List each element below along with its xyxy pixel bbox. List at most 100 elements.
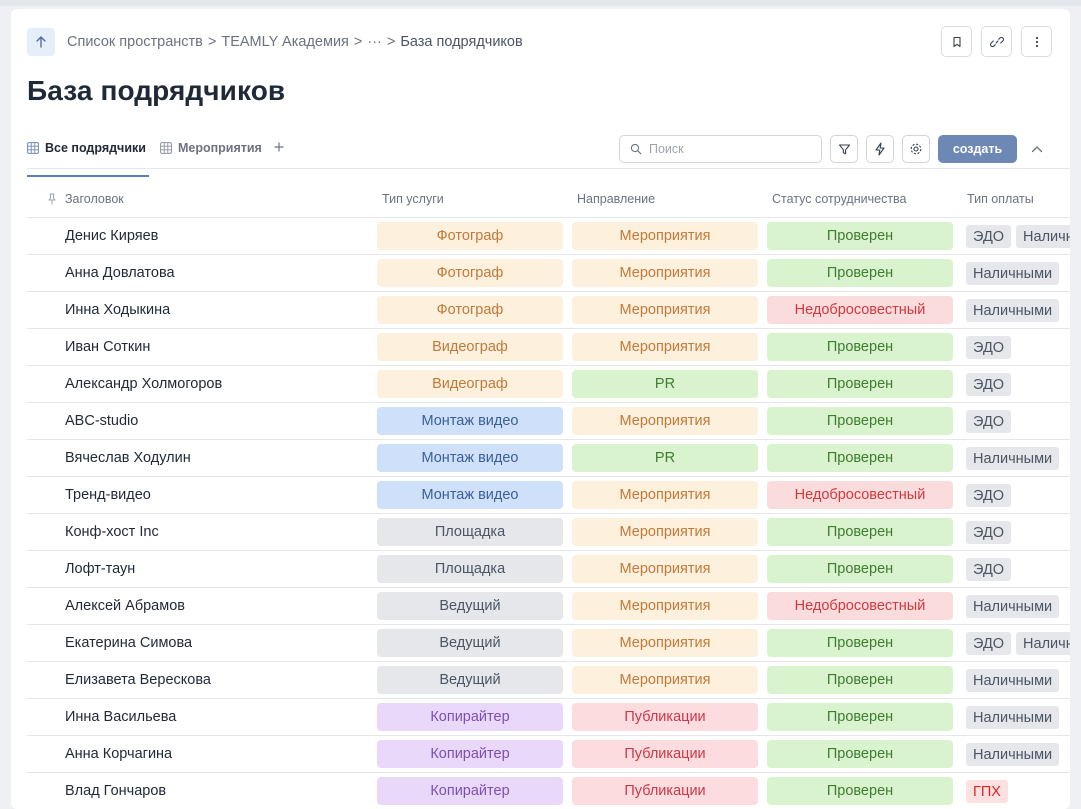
status-tag[interactable]: Проверен [767, 259, 953, 287]
table-row[interactable]: Анна Довлатова Фотограф Мероприятия Провере… [27, 255, 1070, 292]
search-input[interactable] [649, 142, 809, 156]
service-type-tag[interactable]: Площадка [377, 518, 563, 546]
payment-type-cell[interactable]: ЭДО [966, 484, 1012, 507]
payment-type-cell[interactable]: Наличными [966, 706, 1060, 729]
contractor-name[interactable]: Елизавета Верескова [65, 672, 211, 688]
payment-type-cell[interactable]: Наличными [966, 743, 1060, 766]
service-type-tag[interactable]: Монтаж видео [377, 481, 563, 509]
payment-type-cell[interactable]: ЭДОНаличными [966, 225, 1070, 248]
table-row[interactable]: Иван Соткин Видеограф Мероприятия Проверен Э… [27, 329, 1070, 366]
direction-tag[interactable]: Публикации [572, 740, 758, 768]
payment-type-cell[interactable]: ЭДО [966, 558, 1012, 581]
contractor-name[interactable]: Анна Довлатова [65, 265, 175, 281]
status-tag[interactable]: Недобросовестный [767, 592, 953, 620]
contractor-name[interactable]: Екатерина Симова [65, 635, 192, 651]
status-tag[interactable]: Проверен [767, 222, 953, 250]
service-type-tag[interactable]: Видеограф [377, 333, 563, 361]
table-row[interactable]: Конф-хост Inc Площадка Мероприятия Проверен… [27, 514, 1070, 551]
status-tag[interactable]: Проверен [767, 407, 953, 435]
breadcrumb-item-spaces[interactable]: Список пространств [67, 34, 203, 50]
direction-tag[interactable]: PR [572, 370, 758, 398]
automation-button[interactable] [866, 135, 894, 163]
tab-events[interactable]: Мероприятия [160, 133, 262, 163]
status-tag[interactable]: Недобросовестный [767, 296, 953, 324]
payment-type-cell[interactable]: ЭДО [966, 373, 1012, 396]
contractor-name[interactable]: Анна Корчагина [65, 746, 172, 762]
column-header-title[interactable]: Заголовок [65, 192, 124, 206]
direction-tag[interactable]: Мероприятия [572, 555, 758, 583]
table-row[interactable]: Елизавета Верескова Ведущий Мероприятия Про… [27, 662, 1070, 699]
service-type-tag[interactable]: Копирайтер [377, 740, 563, 768]
column-header-payment[interactable]: Тип оплаты [967, 192, 1034, 206]
breadcrumb-item-academy[interactable]: TEAMLY Академия [221, 34, 349, 50]
status-tag[interactable]: Проверен [767, 740, 953, 768]
table-row[interactable]: Денис Киряев Фотограф Мероприятия Проверен Э… [27, 218, 1070, 255]
payment-type-cell[interactable]: ЭДО [966, 336, 1012, 359]
table-row[interactable]: Инна Васильева Копирайтер Публикации Провер… [27, 699, 1070, 736]
more-button[interactable] [1021, 26, 1052, 57]
tab-all-contractors[interactable]: Все подрядчики [27, 133, 149, 177]
column-header-direction[interactable]: Направление [577, 192, 655, 206]
column-header-service[interactable]: Тип услуги [382, 192, 444, 206]
direction-tag[interactable]: Мероприятия [572, 222, 758, 250]
service-type-tag[interactable]: Площадка [377, 555, 563, 583]
contractor-name[interactable]: Инна Ходыкина [65, 302, 170, 318]
table-row[interactable]: ABC-studio Монтаж видео Мероприятия Провере… [27, 403, 1070, 440]
contractor-name[interactable]: Вячеслав Ходулин [65, 450, 191, 466]
contractor-name[interactable]: Лофт-таун [65, 561, 135, 577]
add-tab-button[interactable] [274, 139, 284, 157]
table-row[interactable]: Инна Ходыкина Фотограф Мероприятия Недоброс… [27, 292, 1070, 329]
payment-type-cell[interactable]: ЭДО [966, 410, 1012, 433]
back-button[interactable] [27, 28, 55, 56]
search-box[interactable] [619, 135, 822, 163]
direction-tag[interactable]: Мероприятия [572, 592, 758, 620]
bookmark-button[interactable] [941, 26, 972, 57]
payment-type-cell[interactable]: Наличными [966, 299, 1060, 322]
contractor-name[interactable]: Конф-хост Inc [65, 524, 159, 540]
table-row[interactable]: Тренд-видео Монтаж видео Мероприятия Недобр… [27, 477, 1070, 514]
direction-tag[interactable]: Мероприятия [572, 481, 758, 509]
contractor-name[interactable]: Алексей Абрамов [65, 598, 185, 614]
service-type-tag[interactable]: Монтаж видео [377, 444, 563, 472]
status-tag[interactable]: Проверен [767, 370, 953, 398]
table-settings-button[interactable] [902, 135, 930, 163]
service-type-tag[interactable]: Копирайтер [377, 777, 563, 805]
status-tag[interactable]: Проверен [767, 518, 953, 546]
collapse-toolbar-button[interactable] [1025, 137, 1049, 161]
direction-tag[interactable]: Мероприятия [572, 296, 758, 324]
direction-tag[interactable]: Мероприятия [572, 259, 758, 287]
table-row[interactable]: Александр Холмогоров Видеограф PR Проверен Э… [27, 366, 1070, 403]
direction-tag[interactable]: Мероприятия [572, 407, 758, 435]
table-row[interactable]: Лофт-таун Площадка Мероприятия Проверен ЭДО [27, 551, 1070, 588]
payment-type-cell[interactable]: ЭДОНаличными [966, 632, 1070, 655]
contractor-name[interactable]: Иван Соткин [65, 339, 150, 355]
contractor-name[interactable]: Инна Васильева [65, 709, 176, 725]
breadcrumb-item-ellipsis[interactable]: ··· [367, 34, 382, 50]
copy-link-button[interactable] [981, 26, 1012, 57]
status-tag[interactable]: Проверен [767, 555, 953, 583]
contractor-name[interactable]: Влад Гончаров [65, 783, 166, 799]
service-type-tag[interactable]: Видеограф [377, 370, 563, 398]
service-type-tag[interactable]: Ведущий [377, 629, 563, 657]
contractor-name[interactable]: Тренд-видео [65, 487, 151, 503]
status-tag[interactable]: Проверен [767, 629, 953, 657]
status-tag[interactable]: Проверен [767, 444, 953, 472]
direction-tag[interactable]: Публикации [572, 777, 758, 805]
direction-tag[interactable]: Мероприятия [572, 666, 758, 694]
status-tag[interactable]: Недобросовестный [767, 481, 953, 509]
service-type-tag[interactable]: Фотограф [377, 259, 563, 287]
payment-type-cell[interactable]: ЭДО [966, 521, 1012, 544]
payment-type-cell[interactable]: Наличными [966, 595, 1060, 618]
payment-type-cell[interactable]: Наличными [966, 669, 1060, 692]
service-type-tag[interactable]: Монтаж видео [377, 407, 563, 435]
status-tag[interactable]: Проверен [767, 666, 953, 694]
service-type-tag[interactable]: Ведущий [377, 592, 563, 620]
status-tag[interactable]: Проверен [767, 703, 953, 731]
contractor-name[interactable]: Денис Киряев [65, 228, 158, 244]
payment-type-cell[interactable]: Наличными [966, 447, 1060, 470]
filter-button[interactable] [830, 135, 858, 163]
direction-tag[interactable]: PR [572, 444, 758, 472]
create-button[interactable]: создать [938, 135, 1017, 163]
table-row[interactable]: Алексей Абрамов Ведущий Мероприятия Недобро… [27, 588, 1070, 625]
status-tag[interactable]: Проверен [767, 333, 953, 361]
